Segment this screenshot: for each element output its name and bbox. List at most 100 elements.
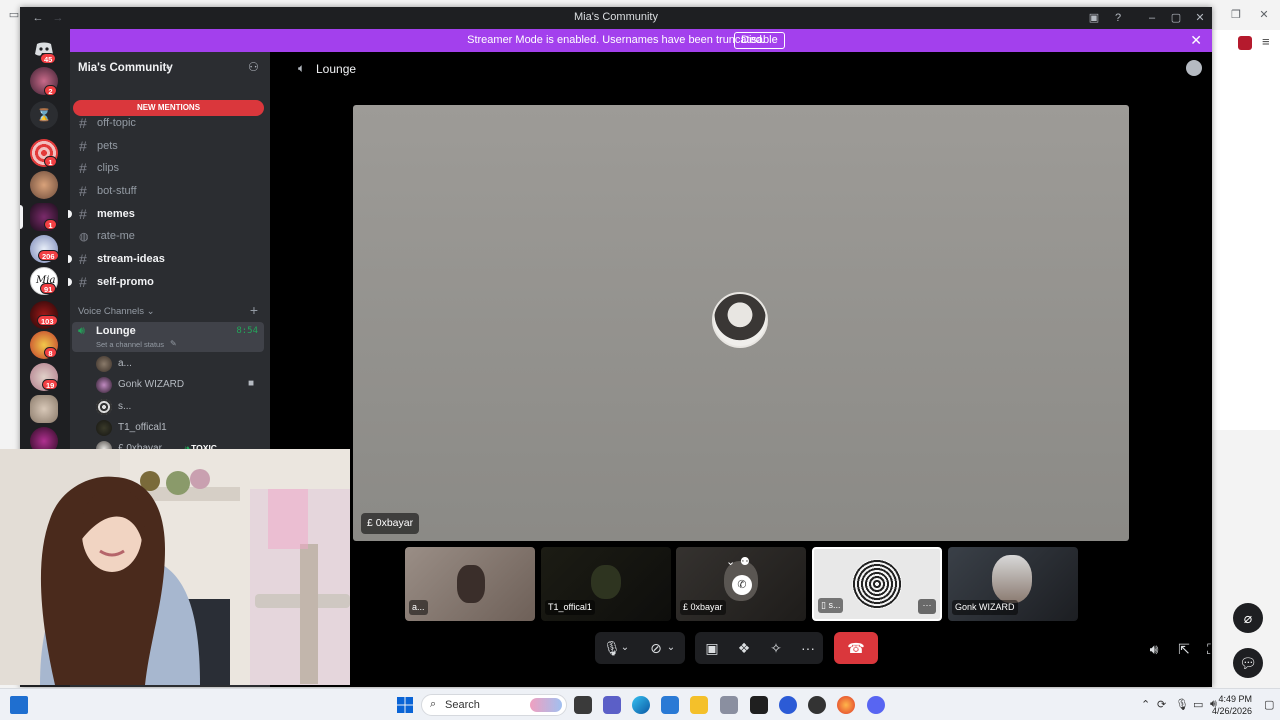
restore-icon[interactable]: ❐ xyxy=(1230,9,1242,21)
channel-stream-ideas[interactable]: # stream-ideas xyxy=(68,249,264,269)
participant-tile[interactable]: ⌄ ⚉ ✆ £ 0xbayar xyxy=(676,547,806,621)
app-icon[interactable] xyxy=(808,696,826,714)
add-friend-icon[interactable]: ⚉ xyxy=(740,555,750,568)
app-icon[interactable] xyxy=(720,696,738,714)
overlay-icon[interactable]: ⌀ xyxy=(1233,603,1263,633)
hash-icon: # xyxy=(79,183,87,199)
firefox-icon[interactable] xyxy=(837,696,855,714)
voice-user[interactable]: a... xyxy=(96,354,262,374)
search-icon: ⌕ xyxy=(430,698,437,710)
popout-icon[interactable]: ⇱ xyxy=(1174,639,1194,659)
chat-bubble-icon[interactable] xyxy=(1186,60,1202,76)
avatar xyxy=(96,399,112,415)
channel-self-promo[interactable]: # self-promo xyxy=(68,272,264,292)
discord-taskbar-icon[interactable] xyxy=(867,696,885,714)
minimize-icon[interactable]: – xyxy=(1144,10,1160,26)
participant-tile[interactable]: a... xyxy=(405,547,535,621)
edge-icon[interactable] xyxy=(632,696,650,714)
voice-user-name: T1_offical1 xyxy=(118,422,167,433)
add-channel-icon[interactable]: + xyxy=(250,302,258,318)
channel-clips[interactable]: # clips xyxy=(72,158,264,178)
server-icon[interactable] xyxy=(30,395,58,423)
taskbar-search[interactable]: ⌕ Search xyxy=(421,694,567,716)
extension-icon[interactable] xyxy=(1238,36,1252,50)
participant-name: T1_offical1 xyxy=(545,600,595,615)
participant-name: a... xyxy=(409,600,428,615)
chevron-up-icon[interactable]: ⌃ xyxy=(1141,698,1150,711)
channel-name: bot-stuff xyxy=(97,185,137,197)
store-icon[interactable] xyxy=(661,696,679,714)
soundboard-icon[interactable]: ✧ xyxy=(761,632,791,664)
voice-user[interactable]: Gonk WIZARD ■ xyxy=(96,375,262,395)
channel-rate-me[interactable]: ◍ rate-me xyxy=(72,226,264,246)
chat-icon[interactable]: 💬︎ xyxy=(1233,648,1263,678)
avatar xyxy=(96,420,112,436)
sync-icon[interactable]: ⟳ xyxy=(1157,698,1166,711)
guild-header[interactable]: Mia's Community ⌄ ⚇ xyxy=(70,52,270,84)
channel-bot-stuff[interactable]: # bot-stuff xyxy=(72,181,264,201)
maximize-icon[interactable]: ▢ xyxy=(1168,10,1184,26)
window-close-icon[interactable]: ✕ xyxy=(1192,10,1208,26)
search-highlight-icon xyxy=(530,698,562,712)
selected-server-pill xyxy=(20,205,23,229)
hourglass-icon[interactable]: ⌛ xyxy=(30,101,58,129)
channel-status-link[interactable]: Set a channel status xyxy=(96,340,164,349)
clock-time: 4:49 PM xyxy=(1218,694,1252,704)
help-icon[interactable]: ? xyxy=(1110,10,1126,26)
server-badge: 206 xyxy=(38,250,59,261)
voice-channel-lounge[interactable]: 🔊︎ Lounge 8:54 Set a channel status ✎ xyxy=(72,322,264,352)
streamer-mode-banner: Streamer Mode is enabled. Usernames have… xyxy=(20,29,1212,52)
participant-tile[interactable]: Gonk WIZARD xyxy=(948,547,1078,621)
task-view-icon[interactable] xyxy=(574,696,592,714)
chevron-down-icon[interactable]: ⌄ xyxy=(663,632,679,664)
app-icon[interactable] xyxy=(750,696,768,714)
chevron-down-icon[interactable]: ⌄ xyxy=(726,555,735,568)
focused-video-tile[interactable]: £ 0xbayar xyxy=(353,105,1129,541)
app-icon[interactable] xyxy=(779,696,797,714)
browser-menu-icon[interactable]: ≡ xyxy=(1262,34,1270,49)
widgets-icon[interactable] xyxy=(10,696,28,714)
forward-icon[interactable]: → xyxy=(50,10,66,26)
channel-name: memes xyxy=(97,208,135,220)
file-explorer-icon[interactable] xyxy=(690,696,708,714)
back-icon[interactable]: ← xyxy=(30,10,46,26)
system-clock[interactable]: 4:49 PM 4/26/2026 xyxy=(1212,693,1252,717)
forum-icon: ◍ xyxy=(79,231,89,243)
activities-icon[interactable]: ❖ xyxy=(729,632,759,664)
volume-icon[interactable]: 🔊︎ xyxy=(1144,639,1164,659)
close-icon[interactable]: ✕ xyxy=(1258,9,1270,21)
participant-tile[interactable]: ▯ s... ··· xyxy=(812,547,942,621)
avatar xyxy=(96,356,112,372)
network-icon[interactable]: ▭ xyxy=(1193,698,1203,711)
chevron-down-icon[interactable]: ⌄ xyxy=(617,632,633,664)
server-icon[interactable] xyxy=(30,171,58,199)
phone-icon[interactable]: ✆ xyxy=(732,575,752,595)
participant-tile[interactable]: T1_offical1 xyxy=(541,547,671,621)
notification-icon[interactable]: ▢ xyxy=(1264,698,1274,711)
voice-user[interactable]: s... xyxy=(96,397,262,417)
voice-channels-header[interactable]: Voice Channels ⌄ xyxy=(78,306,155,317)
avatar xyxy=(852,559,902,609)
channel-memes[interactable]: # memes xyxy=(68,204,264,224)
voice-user[interactable]: T1_offical1 xyxy=(96,418,262,438)
browser-tab-icon[interactable]: ▭ xyxy=(8,9,20,21)
disable-button[interactable]: Disable xyxy=(734,32,785,49)
start-icon[interactable] xyxy=(396,696,414,714)
mic-icon[interactable]: 🎙︎ xyxy=(1175,698,1189,711)
add-user-icon[interactable]: ⚇ xyxy=(248,60,259,74)
inbox-icon[interactable]: ▣ xyxy=(1086,10,1102,26)
channel-name: rate-me xyxy=(97,230,135,242)
banner-close-icon[interactable]: ✕ xyxy=(1190,32,1202,49)
screen-share-icon[interactable]: ▣ xyxy=(697,632,727,664)
disconnect-button[interactable]: ☎ xyxy=(834,632,878,664)
avatar xyxy=(591,565,621,599)
channel-off-topic[interactable]: # off-topic xyxy=(72,113,264,133)
fullscreen-icon[interactable]: ⛶ xyxy=(1202,639,1212,659)
hash-icon: # xyxy=(79,115,87,131)
more-options-icon[interactable]: ··· xyxy=(918,599,936,614)
pencil-icon[interactable]: ✎ xyxy=(170,339,177,348)
channel-pets[interactable]: # pets xyxy=(72,136,264,156)
more-icon[interactable]: ··· xyxy=(793,632,823,664)
teams-icon[interactable] xyxy=(603,696,621,714)
server-badge: 8 xyxy=(44,347,57,358)
